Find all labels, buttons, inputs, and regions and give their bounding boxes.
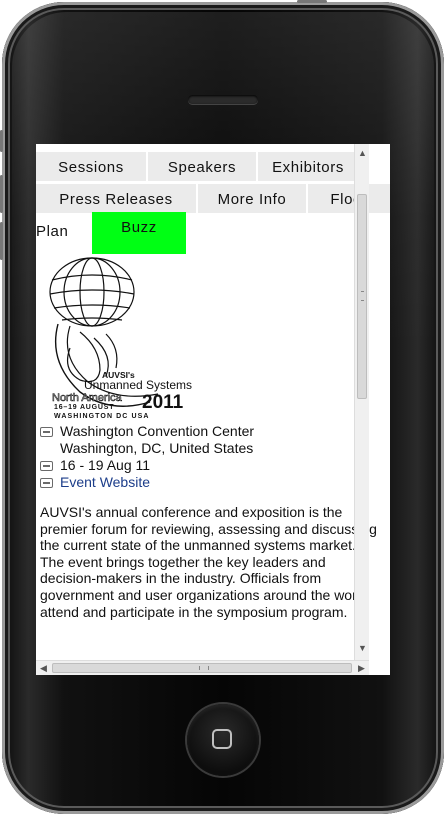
scroll-up-arrow-icon[interactable]: ▲ — [358, 149, 367, 158]
screen: Sessions Speakers Exhibitors Press Relea… — [36, 144, 390, 675]
grip-icon — [199, 666, 209, 670]
scroll-down-arrow-icon[interactable]: ▼ — [358, 644, 367, 653]
event-description: AUVSI's annual conference and exposition… — [40, 504, 377, 620]
tab-sessions[interactable]: Sessions — [36, 152, 146, 181]
venue-city-row: Washington, DC, United States — [60, 440, 253, 456]
scroll-left-arrow-icon[interactable]: ◀ — [40, 664, 47, 673]
globe-icon — [40, 478, 53, 488]
home-button[interactable] — [187, 704, 259, 776]
venue-city: Washington, DC, United States — [60, 440, 254, 456]
volume-down-button — [0, 222, 3, 260]
horizontal-scrollbar[interactable]: ◀ ▶ — [36, 660, 369, 675]
tab-buzz[interactable]: Buzz — [92, 212, 186, 254]
venue-name-row: Washington Convention Center — [40, 423, 254, 439]
venue-name: Washington Convention Center — [60, 423, 255, 439]
mute-switch — [0, 130, 3, 152]
tab-more-info[interactable]: More Info — [198, 184, 306, 213]
logo-city-text: WASHINGTON DC USA — [54, 413, 150, 420]
earpiece — [188, 95, 258, 104]
calendar-icon — [40, 461, 53, 471]
logo-name-text: Unmanned Systems — [84, 378, 192, 392]
volume-up-button — [0, 175, 3, 213]
event-website-row: Event Website — [40, 474, 150, 490]
event-dates: 16 - 19 Aug 11 — [60, 457, 151, 473]
logo-dates-text: 16–19 AUGUST — [54, 404, 114, 411]
horizontal-scroll-thumb[interactable] — [52, 663, 352, 673]
event-logo: AUVSI's Unmanned Systems North America 2… — [49, 257, 192, 420]
scroll-right-arrow-icon[interactable]: ▶ — [358, 664, 365, 673]
vertical-scrollbar[interactable]: ▲ ▼ — [354, 144, 369, 675]
vertical-scroll-thumb[interactable] — [357, 194, 367, 399]
tab-press-releases[interactable]: Press Releases — [36, 184, 196, 213]
logo-year-text: 2011 — [142, 392, 184, 413]
home-square-icon — [212, 729, 232, 749]
building-icon — [40, 427, 53, 437]
tab-exhibitors[interactable]: Exhibitors — [258, 152, 358, 181]
event-website-link[interactable]: Event Website — [60, 474, 150, 490]
tab-speakers[interactable]: Speakers — [148, 152, 256, 181]
power-button — [297, 0, 327, 3]
logo-region-text: North America — [52, 392, 123, 404]
tab-floor-plan[interactable]: Floor — [308, 184, 390, 213]
tab-floor-plan-continued[interactable]: Plan — [36, 216, 92, 245]
page-content: Sessions Speakers Exhibitors Press Relea… — [36, 144, 390, 660]
grip-icon — [361, 291, 364, 301]
event-dates-row: 16 - 19 Aug 11 — [40, 457, 150, 473]
